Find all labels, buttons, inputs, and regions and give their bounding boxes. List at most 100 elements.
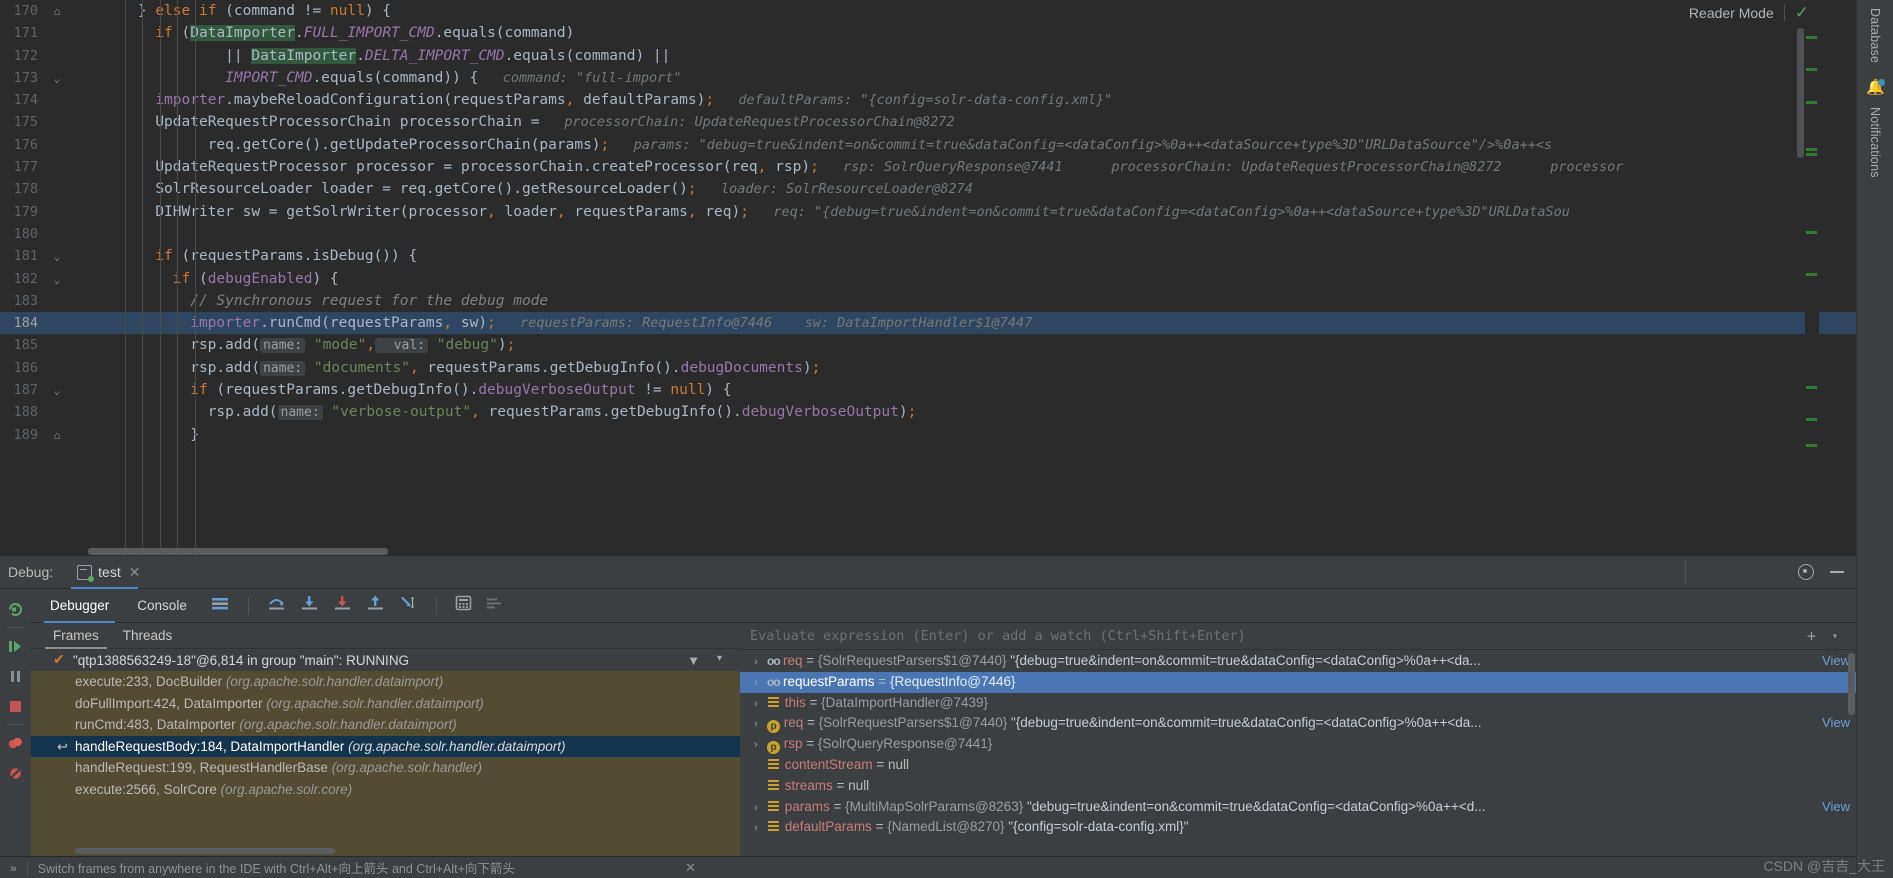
- debugger-tabs[interactable]: Debugger Console: [36, 589, 201, 623]
- editor-horizontal-scrollbar[interactable]: [88, 548, 388, 555]
- editor-vertical-scrollbar[interactable]: [1797, 28, 1804, 158]
- fold-marker-icon[interactable]: ⌄: [46, 269, 68, 291]
- variable-row[interactable]: › oo req = {SolrRequestParsers$1@7440} "{d…: [740, 651, 1856, 672]
- fold-marker-icon[interactable]: ⌂: [46, 1, 68, 23]
- chevrons-right-icon[interactable]: »: [0, 861, 17, 875]
- view-link[interactable]: View: [1822, 797, 1850, 818]
- variable-row[interactable]: › oo requestParams = {RequestInfo@7446}: [740, 671, 1856, 694]
- fold-marker-icon[interactable]: ⌄: [46, 380, 68, 402]
- frames-pane[interactable]: Frames Threads ✔ "qtp1388563249-18"@6,81…: [31, 623, 740, 856]
- frame-list-item[interactable]: runCmd:483, DataImporter (org.apache.sol…: [31, 714, 740, 736]
- code-line[interactable]: 181 ⌄ if (requestParams.isDebug()) {: [0, 245, 1856, 267]
- code-line[interactable]: 170 ⌂ } else if (command != null) {: [0, 0, 1856, 22]
- view-link[interactable]: View: [1822, 713, 1850, 734]
- right-tool-window-strip[interactable]: Database 🔔 Notifications: [1856, 0, 1893, 878]
- code-line[interactable]: 175 UpdateRequestProcessorChain processo…: [0, 111, 1856, 133]
- fold-marker-icon[interactable]: ⌂: [46, 425, 68, 447]
- chevron-right-icon[interactable]: ›: [754, 673, 767, 694]
- code-line[interactable]: 184 importer.runCmd(requestParams, sw); …: [0, 312, 1856, 335]
- marker: [1806, 36, 1817, 39]
- variable-row[interactable]: › this = {DataImportHandler@7439}: [740, 693, 1856, 714]
- frames-list[interactable]: execute:233, DocBuilder (org.apache.solr…: [31, 671, 740, 856]
- code-line[interactable]: 189 ⌂ }: [0, 424, 1856, 446]
- debug-step-actions[interactable]: [211, 595, 504, 616]
- code-line[interactable]: 185 rsp.add(name: "mode", val: "debug");: [0, 334, 1856, 356]
- run-to-cursor-icon[interactable]: [399, 595, 418, 616]
- code-line[interactable]: 171 if (DataImporter.FULL_IMPORT_CMD.equ…: [0, 22, 1856, 44]
- frame-list-item[interactable]: handleRequest:199, RequestHandlerBase (o…: [31, 757, 740, 779]
- layout-icon[interactable]: [211, 596, 230, 616]
- variable-row[interactable]: › p req = {SolrRequestParsers$1@7440} "{d…: [740, 713, 1856, 734]
- chevron-right-icon[interactable]: ›: [754, 818, 767, 839]
- debug-session-tab-test[interactable]: test ✕: [71, 556, 146, 589]
- frame-list-item[interactable]: execute:233, DocBuilder (org.apache.solr…: [31, 671, 740, 693]
- variable-row[interactable]: contentStream = null: [740, 755, 1856, 776]
- gear-icon[interactable]: [1798, 564, 1814, 580]
- chevron-right-icon[interactable]: ›: [754, 714, 767, 735]
- variables-list[interactable]: › oo req = {SolrRequestParsers$1@7440} "{d…: [740, 651, 1856, 856]
- evaluate-expression-input[interactable]: Evaluate expression (Enter) or add a wat…: [740, 623, 1856, 650]
- step-into-icon[interactable]: [300, 595, 319, 616]
- frame-list-item[interactable]: doFullImport:424, DataImporter (org.apac…: [31, 693, 740, 715]
- code-lines-container[interactable]: 170 ⌂ } else if (command != null) {171 if…: [0, 0, 1856, 556]
- close-icon[interactable]: ✕: [685, 860, 696, 876]
- code-line[interactable]: 188 rsp.add(name: "verbose-output", requ…: [0, 401, 1856, 423]
- code-line[interactable]: 186 rsp.add(name: "documents", requestPa…: [0, 357, 1856, 379]
- debug-toolbar[interactable]: Debugger Console: [0, 589, 1856, 877]
- code-line[interactable]: 180: [0, 223, 1856, 245]
- chevron-down-icon[interactable]: ▾: [717, 653, 722, 664]
- token: ;: [506, 337, 516, 354]
- view-link[interactable]: View: [1822, 651, 1850, 672]
- chevron-right-icon[interactable]: ›: [754, 652, 767, 673]
- fold-marker-icon[interactable]: ⌄: [46, 68, 68, 90]
- frame-list-item[interactable]: ↩ handleRequestBody:184, DataImportHandle…: [31, 735, 740, 757]
- code-line[interactable]: 179 DIHWriter sw = getSolrWriter(process…: [0, 201, 1856, 223]
- chevron-right-icon[interactable]: ›: [754, 798, 767, 819]
- code-line[interactable]: 183 // Synchronous request for the debug…: [0, 290, 1856, 312]
- chevron-right-icon[interactable]: ›: [754, 735, 767, 756]
- chevron-down-icon[interactable]: ▾: [1832, 631, 1838, 642]
- code-line[interactable]: 182 ⌄ if (debugEnabled) {: [0, 268, 1856, 290]
- code-line[interactable]: 174 importer.maybeReloadConfiguration(re…: [0, 89, 1856, 111]
- frames-tabs[interactable]: Frames Threads: [31, 623, 740, 649]
- debug-tool-window[interactable]: Debug: test ✕ Debugger Console Frames Th…: [0, 556, 1856, 878]
- check-icon[interactable]: ✓: [1795, 3, 1809, 23]
- code-editor[interactable]: 170 ⌂ } else if (command != null) {171 if…: [0, 0, 1856, 556]
- variables-vertical-scrollbar[interactable]: [1848, 653, 1855, 715]
- code-line[interactable]: 173 ⌄ IMPORT_CMD.equals(command)) { comma…: [0, 67, 1856, 89]
- step-over-icon[interactable]: [267, 595, 286, 616]
- frame-list-item[interactable]: execute:2566, SolrCore (org.apache.solr.…: [31, 779, 740, 801]
- code-line[interactable]: 187 ⌄ if (requestParams.getDebugInfo().de…: [0, 379, 1856, 401]
- code-line[interactable]: 172 || DataImporter.DELTA_IMPORT_CMD.equ…: [0, 45, 1856, 67]
- variables-pane[interactable]: Evaluate expression (Enter) or add a wat…: [740, 623, 1856, 856]
- force-step-into-icon[interactable]: [333, 595, 352, 616]
- reader-mode-bar[interactable]: Reader Mode ✓: [1672, 0, 1819, 26]
- step-out-icon[interactable]: [366, 595, 385, 616]
- filter-icon[interactable]: ▼: [687, 653, 700, 668]
- close-icon[interactable]: ✕: [129, 564, 141, 581]
- chevron-right-icon[interactable]: ›: [754, 694, 767, 715]
- variable-row[interactable]: streams = null: [740, 776, 1856, 797]
- code-line[interactable]: 178 SolrResourceLoader loader = req.getC…: [0, 178, 1856, 200]
- fold-marker-icon[interactable]: ⌄: [46, 246, 68, 268]
- rerun-icon[interactable]: [0, 594, 31, 624]
- mute-breakpoints-icon[interactable]: [486, 596, 504, 616]
- plus-icon[interactable]: +: [1807, 627, 1816, 645]
- thread-selector[interactable]: ✔ "qtp1388563249-18"@6,814 in group "mai…: [31, 649, 740, 671]
- tool-window-database[interactable]: Database: [1868, 0, 1882, 71]
- tab-threads[interactable]: Threads: [111, 623, 185, 649]
- bell-icon[interactable]: 🔔: [1866, 79, 1885, 97]
- code-line[interactable]: 176 req.getCore().getUpdateProcessorChai…: [0, 134, 1856, 156]
- variable-row[interactable]: › defaultParams = {NamedList@8270} "{con…: [740, 817, 1856, 838]
- code-line[interactable]: 177 UpdateRequestProcessor processor = p…: [0, 156, 1856, 178]
- frames-horizontal-scrollbar[interactable]: [75, 848, 335, 854]
- variable-row[interactable]: › params = {MultiMapSolrParams@8263} "de…: [740, 797, 1856, 818]
- tab-console[interactable]: Console: [123, 589, 201, 623]
- evaluate-icon[interactable]: [455, 595, 472, 616]
- variable-row[interactable]: › p rsp = {SolrQueryResponse@7441}: [740, 734, 1856, 755]
- minimize-icon[interactable]: [1830, 571, 1844, 573]
- tab-frames[interactable]: Frames: [41, 623, 111, 649]
- tab-debugger[interactable]: Debugger: [36, 589, 123, 623]
- code-analysis-marker-gutter[interactable]: [1805, 26, 1819, 556]
- tool-window-notifications[interactable]: Notifications: [1868, 99, 1882, 186]
